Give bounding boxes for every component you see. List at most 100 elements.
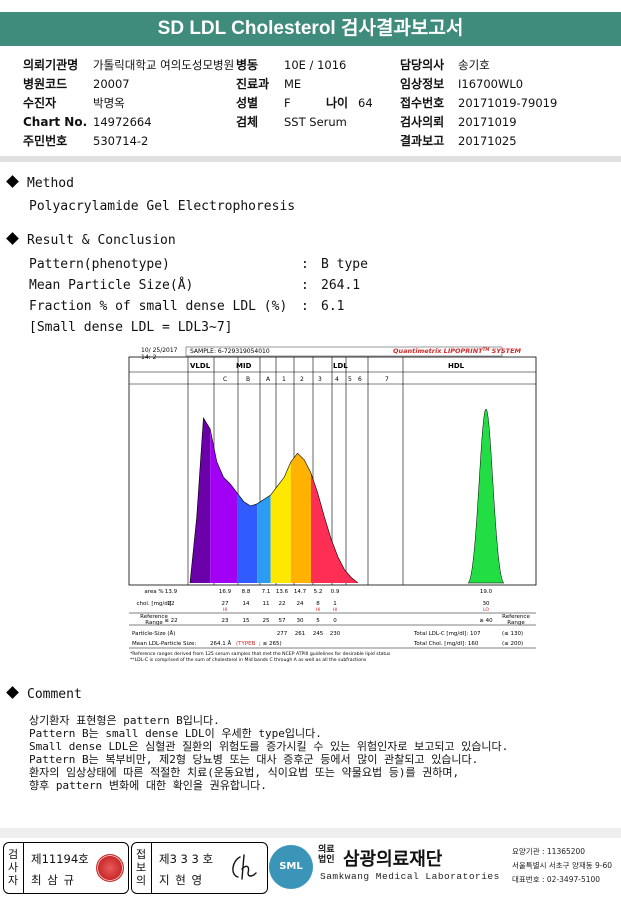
org-type: 의료 법인 xyxy=(318,845,340,865)
table-mean-label: Mean LDL-Particle Size: xyxy=(132,641,196,647)
chart-footnote: **LDL-C is comprised of the sum of chole… xyxy=(130,657,367,663)
report-title: SD LDL Cholesterol 검사결과보고서 xyxy=(0,12,621,46)
group-label-mid: MID xyxy=(236,362,252,370)
result-pattern-label: Pattern(phenotype) xyxy=(29,257,170,272)
examiner-seal-icon xyxy=(96,854,124,882)
label-ward: 병동 xyxy=(236,58,259,72)
band-label: 6 xyxy=(358,376,362,383)
band-label: B xyxy=(246,376,250,383)
value-clinical-info: I16700WL0 xyxy=(458,77,524,91)
table-ref-right-2: Range xyxy=(507,620,525,626)
reporter-name: 지 현 영 xyxy=(159,873,204,887)
table-chol-label: chol. [mg/dl] xyxy=(137,601,172,607)
value-report-date: 20171025 xyxy=(458,134,517,148)
examiner-vertical-1: 검 xyxy=(7,848,19,861)
footer-divider xyxy=(0,828,621,838)
label-doctor: 담당의사 xyxy=(400,58,445,72)
table-particle-cell: 230 xyxy=(330,631,341,637)
table-particle-cell: 245 xyxy=(313,631,324,637)
value-resident-no: 530714-2 xyxy=(93,134,149,148)
table-area-cell: 5.2 xyxy=(314,589,323,595)
examiner-vertical-3: 자 xyxy=(7,874,19,887)
comment-title: Comment xyxy=(27,687,82,702)
table-ref-cell: 23 xyxy=(222,618,229,624)
value-specimen: SST Serum xyxy=(284,115,347,129)
reporter-box-separator xyxy=(151,843,152,893)
value-doctor: 송기호 xyxy=(458,58,490,72)
label-clinical-info: 임상정보 xyxy=(400,77,445,91)
table-chol-cell: 24 xyxy=(297,601,304,607)
table-ref-cell: 57 xyxy=(279,618,286,624)
diamond-bullet-icon xyxy=(6,232,19,245)
comment-line: 상기환자 표현형은 pattern B입니다. xyxy=(29,714,220,727)
label-chart-no: Chart No. xyxy=(23,115,88,129)
table-mean-type: (TYPEB xyxy=(236,641,256,647)
examiner-name: 최 삼 규 xyxy=(31,873,76,887)
group-label-hdl: HDL xyxy=(448,362,465,370)
table-area-cell: 14.7 xyxy=(294,589,307,595)
chart-sample: SAMPLE: 6-729319054010 xyxy=(190,348,270,355)
group-label-ldl: LDL xyxy=(333,362,348,370)
table-particle-label: Particle-Size (Å) xyxy=(132,630,175,637)
diamond-bullet-icon xyxy=(6,686,19,699)
band-label: 1 xyxy=(282,376,286,383)
table-area-cell: 13.6 xyxy=(276,589,289,595)
band-label: 2 xyxy=(300,376,304,383)
total-chol-ref: (≤ 200) xyxy=(502,641,523,647)
result-fraction-value: 6.1 xyxy=(321,299,345,314)
table-area-cell: 19.0 xyxy=(480,589,493,595)
label-resident-no: 주민번호 xyxy=(23,134,68,148)
table-chol-cell: 22 xyxy=(279,601,286,607)
table-chol-cell: 11 xyxy=(263,601,270,607)
examiner-box: 검 사 자 제11194호 최 삼 규 xyxy=(3,842,129,894)
org-name-english: Samkwang Medical Laboratories xyxy=(320,871,500,882)
result-fraction-sep: : xyxy=(301,299,309,314)
label-department: 진료과 xyxy=(236,77,270,91)
table-ref-cell: 5 xyxy=(316,618,320,624)
table-flag-cell: HI xyxy=(316,607,321,613)
table-flag-cell: HI xyxy=(223,607,228,613)
reporter-vertical-1: 접 xyxy=(135,848,147,861)
table-area-cell: 0.9 xyxy=(331,589,340,595)
total-ldl-ref: (≤ 130) xyxy=(502,631,523,637)
table-ref-cell: 15 xyxy=(243,618,250,624)
result-size-label: Mean Particle Size(Å) xyxy=(29,278,194,293)
table-chol-cell: 30 xyxy=(483,601,490,607)
table-ref-label-2: Range xyxy=(145,620,163,626)
header-col1: 의뢰기관명 가톨릭대학교 여의도성모병원 병원코드 20007 수진자 박명옥 Cha… xyxy=(23,58,234,153)
header-col3: 담당의사 송기호 임상정보 I16700WL0 접수번호 20171019-79019… xyxy=(400,58,557,153)
table-chol-cell: 8 xyxy=(316,601,320,607)
table-area-cell: 8.8 xyxy=(242,589,251,595)
value-ward: 10E / 1016 xyxy=(284,58,347,72)
table-ref-cell: ≥ 40 xyxy=(479,618,493,624)
total-ldl: Total LDL-C [mg/dl]: 107 xyxy=(413,631,481,637)
org-type-line2: 법인 xyxy=(318,855,335,865)
header-col2: 병동 10E / 1016 진료과 ME 성별 F 나이 64 검체 SST Serum xyxy=(236,58,373,134)
table-ref-cell: 25 xyxy=(263,618,270,624)
chart-date: 10/ 25/2017 xyxy=(141,347,178,354)
table-chol-cell: 14 xyxy=(243,601,250,607)
label-request-date: 검사의뢰 xyxy=(400,115,445,129)
table-ref-cell: 0 xyxy=(333,618,337,624)
brand-tm: TM xyxy=(483,347,490,352)
label-hospital-code: 병원코드 xyxy=(23,77,68,91)
value-patient: 박명옥 xyxy=(93,96,125,110)
table-mean-tail: ; ≤ 265) xyxy=(259,641,282,647)
value-sex: F xyxy=(284,96,291,110)
header-divider xyxy=(0,156,621,162)
label-patient: 수진자 xyxy=(23,96,57,110)
method-heading: Method xyxy=(0,175,74,191)
label-receipt-no: 접수번호 xyxy=(400,96,445,110)
table-mean-value: 264.1 Å xyxy=(210,640,231,647)
label-age: 나이 xyxy=(326,96,349,110)
reporter-vertical-3: 의 xyxy=(135,874,147,887)
value-age: 64 xyxy=(358,96,373,110)
org-info-phone: 대표번호 : 02-3497-5100 xyxy=(512,875,601,884)
org-info-code: 요양기관 : 11365200 xyxy=(512,847,586,856)
curve-segment-2 xyxy=(237,492,258,583)
table-particle-cell: 277 xyxy=(277,631,288,637)
result-fraction-label: Fraction % of small dense LDL (%) xyxy=(29,299,288,314)
signature-icon xyxy=(232,854,257,880)
reporter-license: 제3 3 3 호 xyxy=(159,852,214,866)
sml-logo-icon: SML xyxy=(269,845,313,889)
